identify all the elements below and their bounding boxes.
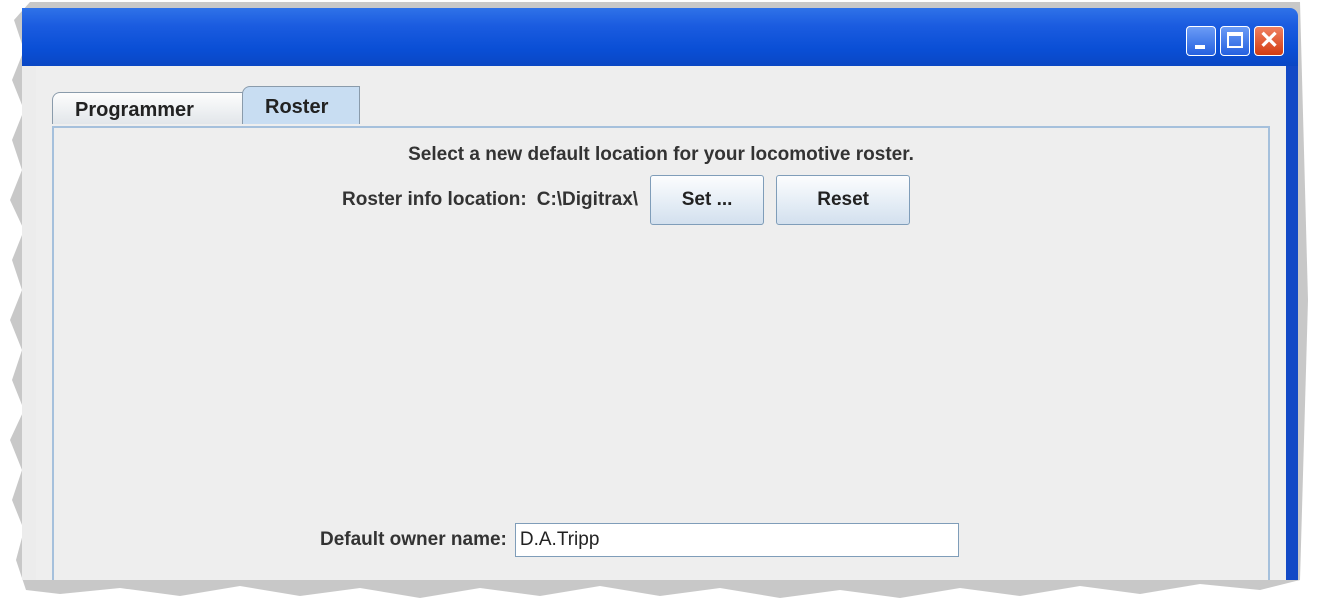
- roster-location-label: Roster info location:: [342, 189, 527, 210]
- app-window: ✕ Programmer Roster Select a new default…: [22, 8, 1298, 580]
- window-frame-left: [22, 66, 37, 580]
- client-area: Programmer Roster Select a new default l…: [36, 66, 1286, 580]
- tab-roster[interactable]: Roster: [242, 86, 360, 124]
- owner-name-field[interactable]: [514, 523, 959, 557]
- title-bar[interactable]: ✕: [22, 8, 1298, 66]
- roster-location-row: Roster info location: C:\Digitrax\ Set .…: [342, 175, 911, 225]
- window-controls: ✕: [1186, 26, 1284, 56]
- set-location-button[interactable]: Set ...: [650, 175, 765, 225]
- maximize-button[interactable]: [1220, 26, 1250, 56]
- close-icon: ✕: [1258, 27, 1280, 54]
- maximize-icon: [1227, 32, 1243, 48]
- roster-location-value: C:\Digitrax\: [536, 189, 639, 210]
- close-button[interactable]: ✕: [1254, 26, 1284, 56]
- reset-location-button[interactable]: Reset: [776, 175, 911, 225]
- roster-heading: Select a new default location for your l…: [408, 144, 914, 165]
- minimize-icon: [1195, 45, 1205, 49]
- roster-panel: Select a new default location for your l…: [52, 126, 1270, 580]
- owner-row: Default owner name:: [320, 522, 959, 558]
- tab-programmer[interactable]: Programmer: [52, 92, 244, 124]
- owner-name-label: Default owner name:: [320, 529, 507, 550]
- window-frame-right: [1284, 66, 1298, 580]
- minimize-button[interactable]: [1186, 26, 1216, 56]
